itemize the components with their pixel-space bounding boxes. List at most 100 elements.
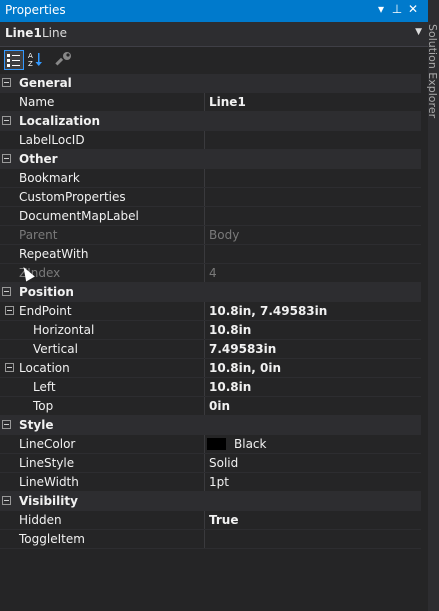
property-row-labellocid[interactable]: LabelLocID: [0, 131, 421, 150]
property-row-hidden[interactable]: Hidden True: [0, 511, 421, 530]
category-label: Localization: [19, 114, 101, 128]
property-name: Location: [19, 361, 70, 375]
property-row-name[interactable]: Name Line1: [0, 93, 421, 112]
property-row-repeatwith[interactable]: RepeatWith: [0, 245, 421, 264]
svg-text:Z: Z: [28, 60, 33, 68]
property-row-linewidth[interactable]: LineWidth 1pt: [0, 473, 421, 492]
property-value[interactable]: 10.8in: [209, 380, 251, 394]
property-name: RepeatWith: [19, 247, 89, 261]
property-name: Bookmark: [19, 171, 80, 185]
category-label: Position: [19, 285, 74, 299]
property-value[interactable]: 0in: [209, 399, 230, 413]
property-value[interactable]: Solid: [209, 456, 238, 470]
property-row-vertical[interactable]: Vertical 7.49583in: [0, 340, 421, 359]
column-divider: [204, 321, 205, 339]
column-divider: [204, 435, 205, 453]
category-label: Other: [19, 152, 58, 166]
property-value[interactable]: 10.8in: [209, 323, 251, 337]
column-divider: [204, 226, 205, 244]
property-name: Left: [33, 380, 56, 394]
property-name: DocumentMapLabel: [19, 209, 139, 223]
column-divider: [204, 131, 205, 149]
property-row-top[interactable]: Top 0in: [0, 397, 421, 416]
column-divider: [204, 530, 205, 548]
properties-toolbar: A Z: [0, 47, 428, 74]
category-label: General: [19, 76, 72, 90]
property-row-linestyle[interactable]: LineStyle Solid: [0, 454, 421, 473]
collapse-icon[interactable]: [2, 116, 11, 125]
property-name: Vertical: [33, 342, 78, 356]
property-value[interactable]: 7.49583in: [209, 342, 276, 356]
property-name: LineWidth: [19, 475, 79, 489]
column-divider: [204, 454, 205, 472]
property-row-horizontal[interactable]: Horizontal 10.8in: [0, 321, 421, 340]
column-divider: [204, 245, 205, 263]
column-divider: [204, 397, 205, 415]
close-icon[interactable]: ✕: [406, 2, 420, 16]
property-value[interactable]: 1pt: [209, 475, 229, 489]
title-bar: Properties ▾ ⊥ ✕: [0, 0, 428, 22]
property-row-left[interactable]: Left 10.8in: [0, 378, 421, 397]
category-label: Style: [19, 418, 54, 432]
property-row-documentmaplabel[interactable]: DocumentMapLabel: [0, 207, 421, 226]
collapse-icon[interactable]: [5, 306, 14, 315]
property-row-location[interactable]: Location 10.8in, 0in: [0, 359, 421, 378]
category-localization[interactable]: Localization: [0, 112, 421, 131]
column-divider: [204, 340, 205, 358]
category-position[interactable]: Position: [0, 283, 421, 302]
wrench-icon[interactable]: [55, 50, 75, 70]
column-divider: [204, 93, 205, 111]
property-name: Name: [19, 95, 55, 109]
property-value[interactable]: 10.8in, 0in: [209, 361, 281, 375]
property-row-toggleitem[interactable]: ToggleItem: [0, 530, 421, 549]
property-grid: General Name Line1 Localization LabelLocID Ot…: [0, 74, 421, 549]
alphabetical-icon[interactable]: A Z: [27, 50, 47, 70]
category-label: Visibility: [19, 494, 78, 508]
property-name: EndPoint: [19, 304, 72, 318]
property-value[interactable]: Black: [234, 437, 266, 451]
collapse-icon[interactable]: [5, 363, 14, 372]
property-row-customproperties[interactable]: CustomProperties: [0, 188, 421, 207]
solution-explorer-tab-label: Solution Explorer: [426, 24, 439, 119]
collapse-icon[interactable]: [2, 496, 11, 505]
window-title: Properties: [5, 3, 66, 17]
property-row-bookmark[interactable]: Bookmark: [0, 169, 421, 188]
property-name: LineColor: [19, 437, 76, 451]
column-divider: [204, 473, 205, 491]
column-divider: [204, 207, 205, 225]
categorized-icon[interactable]: [4, 50, 24, 70]
object-selector[interactable]: Line1 Line ▼: [0, 22, 428, 47]
solution-explorer-tab[interactable]: Solution Explorer: [426, 0, 439, 611]
property-value[interactable]: 10.8in, 7.49583in: [209, 304, 327, 318]
property-row-zindex[interactable]: ZIndex 4: [0, 264, 421, 283]
column-divider: [204, 264, 205, 282]
column-divider: [204, 169, 205, 187]
property-row-endpoint[interactable]: EndPoint 10.8in, 7.49583in: [0, 302, 421, 321]
property-value[interactable]: Body: [209, 228, 239, 242]
category-other[interactable]: Other: [0, 150, 421, 169]
column-divider: [204, 359, 205, 377]
column-divider: [204, 378, 205, 396]
collapse-icon[interactable]: [2, 78, 11, 87]
property-name: LineStyle: [19, 456, 75, 470]
category-visibility[interactable]: Visibility: [0, 492, 421, 511]
property-name: CustomProperties: [19, 190, 126, 204]
property-row-linecolor[interactable]: LineColor Black: [0, 435, 421, 454]
property-name: Parent: [19, 228, 58, 242]
property-name: Hidden: [19, 513, 62, 527]
property-row-parent[interactable]: Parent Body: [0, 226, 421, 245]
property-value[interactable]: True: [209, 513, 238, 527]
collapse-icon[interactable]: [2, 420, 11, 429]
property-value[interactable]: Line1: [209, 95, 246, 109]
collapse-icon[interactable]: [2, 287, 11, 296]
properties-panel: Properties ▾ ⊥ ✕ Line1 Line ▼ A Z Genera…: [0, 0, 428, 611]
pin-icon[interactable]: ⊥: [390, 2, 404, 16]
property-name: Top: [33, 399, 54, 413]
window-menu-button[interactable]: ▾: [374, 2, 388, 16]
property-value[interactable]: 4: [209, 266, 217, 280]
column-divider: [204, 302, 205, 320]
category-general[interactable]: General: [0, 74, 421, 93]
chevron-down-icon[interactable]: ▼: [415, 27, 422, 37]
category-style[interactable]: Style: [0, 416, 421, 435]
collapse-icon[interactable]: [2, 154, 11, 163]
